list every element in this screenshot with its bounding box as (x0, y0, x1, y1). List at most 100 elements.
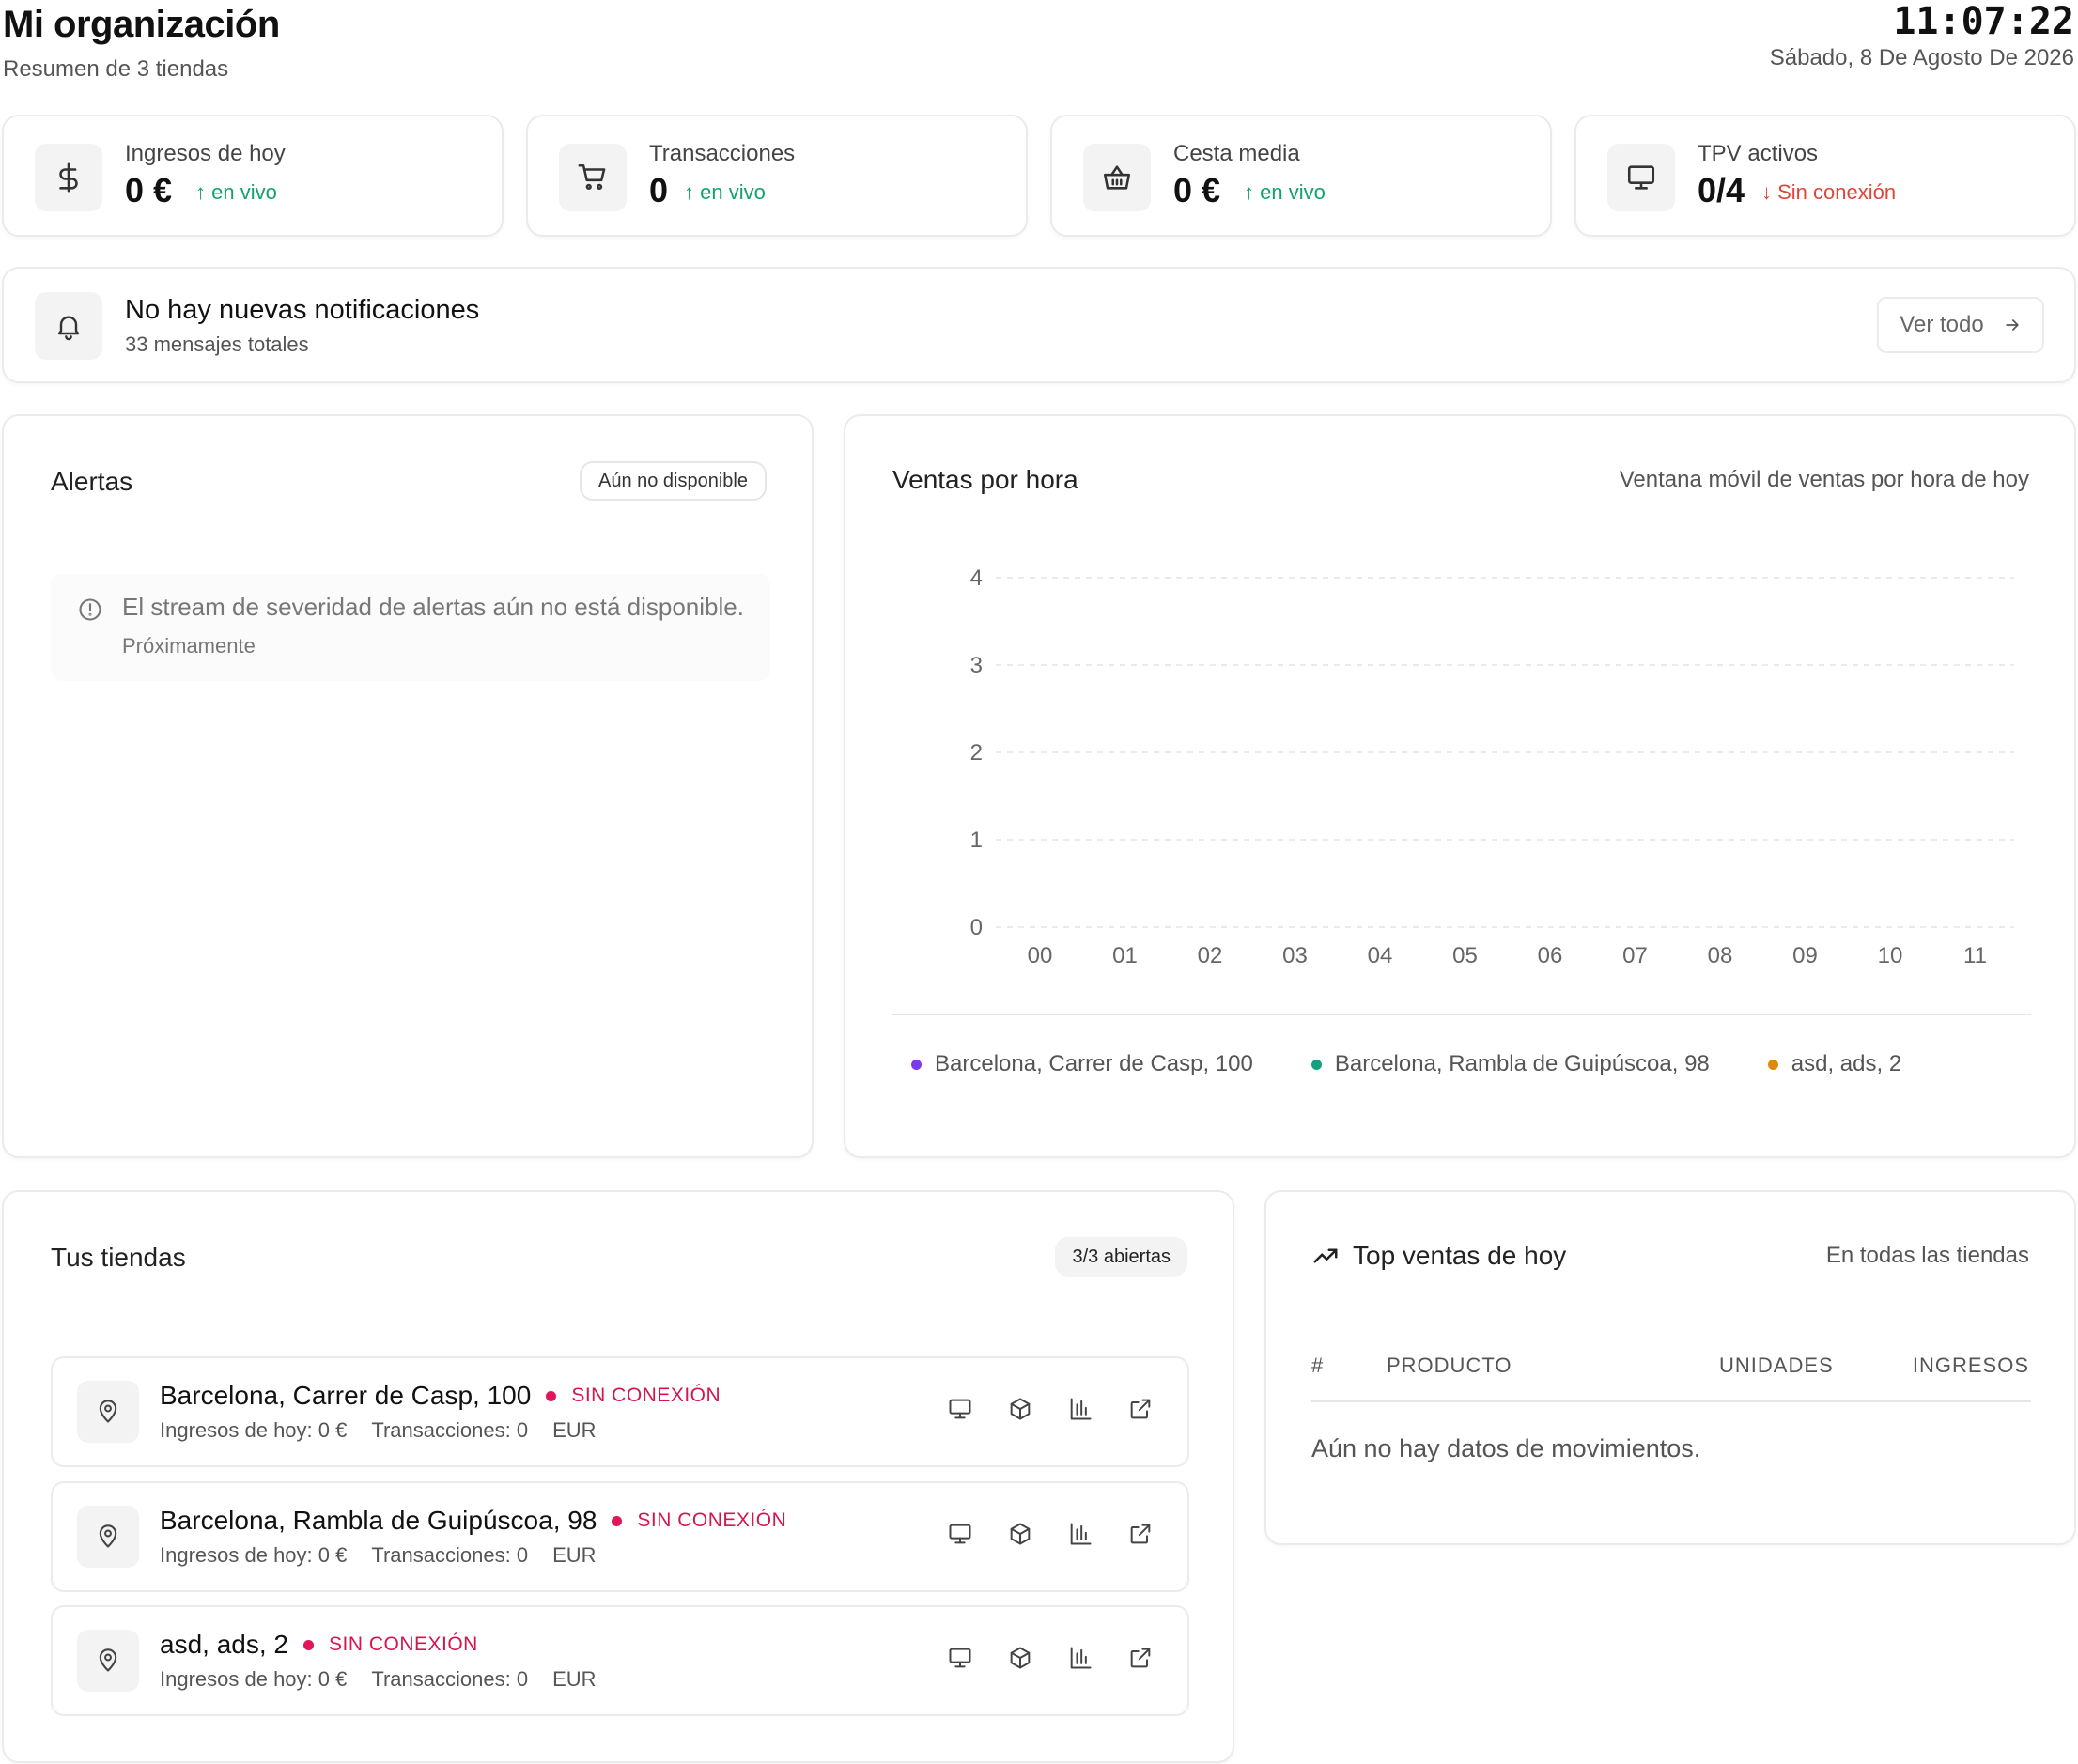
map-pin-icon (77, 1381, 139, 1443)
info-circle-icon (79, 598, 101, 621)
x-tick-label: 07 (1622, 943, 1648, 968)
pos-monitor-icon[interactable] (947, 1645, 973, 1671)
store-transactions: Transacciones: 0 (371, 1418, 529, 1442)
bar-chart-icon[interactable] (1067, 1521, 1093, 1547)
store-revenue: Ingresos de hoy: 0 € (160, 1667, 348, 1691)
stat-trend: ↑ en vivo (1244, 180, 1326, 204)
chart-divider (892, 1014, 2031, 1015)
legend-item[interactable]: asd, ads, 2 (1767, 1051, 1901, 1077)
y-tick-label: 4 (970, 565, 983, 591)
column-header-units: UNIDADES (1719, 1354, 1834, 1377)
stat-card-transactions: Transacciones 0 ↑ en vivo (526, 115, 1028, 237)
chart-legend: Barcelona, Carrer de Casp, 100 Barcelona… (911, 1051, 1901, 1077)
top-sales-card: Top ventas de hoy En todas las tiendas #… (1264, 1190, 2076, 1545)
stat-value: 0 (649, 171, 669, 209)
top-sales-title: Top ventas de hoy (1353, 1241, 1567, 1270)
trending-up-icon (1313, 1248, 1338, 1263)
stat-value: 0 € (125, 171, 173, 209)
y-tick-label: 2 (970, 740, 983, 766)
store-name: Barcelona, Rambla de Guipúscoa, 98 (160, 1506, 597, 1535)
cart-icon (559, 144, 627, 211)
stores-open-badge: 3/3 abiertas (1055, 1237, 1187, 1277)
sales-chart: 0123400 01 02 03 04 05 06 07 08 09 10 11 (970, 565, 2014, 968)
pos-monitor-icon[interactable] (947, 1396, 973, 1422)
stat-trend-text: en vivo (1260, 180, 1326, 204)
store-status-badge: SIN CONEXIÓN (637, 1509, 787, 1531)
legend-label: Barcelona, Carrer de Casp, 100 (935, 1051, 1253, 1076)
stat-trend: ↑ en vivo (195, 180, 277, 204)
stat-trend: ↑ en vivo (684, 180, 766, 204)
notifications-title: No hay nuevas notificaciones (125, 295, 480, 325)
store-row[interactable]: asd, ads, 2 SIN CONEXIÓN Ingresos de hoy… (51, 1605, 1189, 1716)
clock-time: 11:07:22 (1893, 0, 2074, 43)
page-title: Mi organización (3, 4, 280, 45)
external-link-icon[interactable] (1127, 1645, 1154, 1671)
stat-trend-text: en vivo (211, 180, 277, 204)
x-tick-label: 11 (1963, 943, 1987, 968)
stat-label: Ingresos de hoy (125, 141, 286, 166)
legend-label: Barcelona, Rambla de Guipúscoa, 98 (1334, 1051, 1710, 1076)
x-tick-label: 06 (1538, 943, 1563, 968)
x-tick-label: 08 (1708, 943, 1733, 968)
top-sales-subtitle: En todas las tiendas (1825, 1243, 2029, 1268)
map-pin-icon (77, 1630, 139, 1692)
status-dot (546, 1390, 557, 1401)
legend-dot (911, 1059, 922, 1070)
bar-chart-icon[interactable] (1067, 1645, 1093, 1671)
x-tick-label: 09 (1792, 943, 1818, 968)
empty-state-text: Aún no hay datos de movimientos. (1311, 1434, 1701, 1462)
stat-value: 0/4 (1698, 171, 1745, 209)
x-tick-label: 00 (1028, 943, 1053, 968)
inventory-box-icon[interactable] (1007, 1521, 1033, 1547)
table-divider (1311, 1400, 2031, 1402)
inventory-box-icon[interactable] (1007, 1396, 1033, 1422)
pos-monitor-icon[interactable] (947, 1521, 973, 1547)
view-all-button[interactable]: Ver todo (1877, 297, 2044, 353)
column-header-rank: # (1311, 1354, 1325, 1377)
bar-chart-icon[interactable] (1067, 1396, 1093, 1422)
store-status-badge: SIN CONEXIÓN (571, 1385, 721, 1406)
y-tick-label: 1 (970, 828, 983, 853)
stat-trend-text: Sin conexión (1777, 180, 1897, 204)
stat-label: Transacciones (649, 141, 796, 166)
y-tick-label: 3 (970, 653, 983, 678)
stat-value: 0 € (1173, 171, 1221, 209)
alerts-title: Alertas (51, 467, 133, 496)
external-link-icon[interactable] (1127, 1521, 1154, 1547)
stat-trend-text: en vivo (700, 180, 766, 204)
alerts-info-subtext: Próximamente (122, 634, 256, 658)
stat-label: TPV activos (1698, 141, 1819, 166)
dollar-icon (35, 144, 102, 211)
arrow-right-icon (2006, 319, 2019, 331)
sales-by-hour-card: Ventas por hora Ventana móvil de ventas … (844, 414, 2076, 1158)
alerts-info-box: El stream de severidad de alertas aún no… (51, 574, 770, 681)
x-tick-label: 04 (1368, 943, 1393, 968)
store-name: Barcelona, Carrer de Casp, 100 (160, 1381, 532, 1410)
status-dot (612, 1515, 623, 1526)
store-transactions: Transacciones: 0 (371, 1543, 529, 1567)
notifications-subtitle: 33 mensajes totales (125, 333, 309, 356)
map-pin-icon (77, 1506, 139, 1568)
clock-date: Sábado, 8 De Agosto De 2026 (1769, 45, 2074, 70)
x-tick-label: 03 (1282, 943, 1308, 968)
legend-item[interactable]: Barcelona, Carrer de Casp, 100 (911, 1051, 1253, 1077)
notifications-card: No hay nuevas notificaciones 33 mensajes… (2, 267, 2076, 383)
external-link-icon[interactable] (1127, 1396, 1154, 1422)
stores-card: Tus tiendas 3/3 abiertas Barcelona, Carr… (2, 1190, 1234, 1763)
store-status-badge: SIN CONEXIÓN (328, 1633, 478, 1655)
store-revenue: Ingresos de hoy: 0 € (160, 1543, 348, 1567)
legend-dot (1310, 1059, 1322, 1070)
stat-label: Cesta media (1173, 141, 1300, 166)
store-row[interactable]: Barcelona, Rambla de Guipúscoa, 98 SIN C… (51, 1481, 1189, 1592)
legend-item[interactable]: Barcelona, Rambla de Guipúscoa, 98 (1310, 1051, 1710, 1077)
store-row[interactable]: Barcelona, Carrer de Casp, 100 SIN CONEX… (51, 1356, 1189, 1467)
status-dot (302, 1639, 314, 1650)
monitor-icon (1607, 144, 1675, 211)
inventory-box-icon[interactable] (1007, 1645, 1033, 1671)
store-currency: EUR (552, 1543, 597, 1567)
x-tick-label: 01 (1112, 943, 1138, 968)
alerts-badge: Aún no disponible (579, 461, 767, 501)
alerts-info-text: El stream de severidad de alertas aún no… (122, 593, 744, 621)
legend-dot (1767, 1059, 1778, 1070)
column-header-revenue: INGRESOS (1912, 1354, 2029, 1377)
